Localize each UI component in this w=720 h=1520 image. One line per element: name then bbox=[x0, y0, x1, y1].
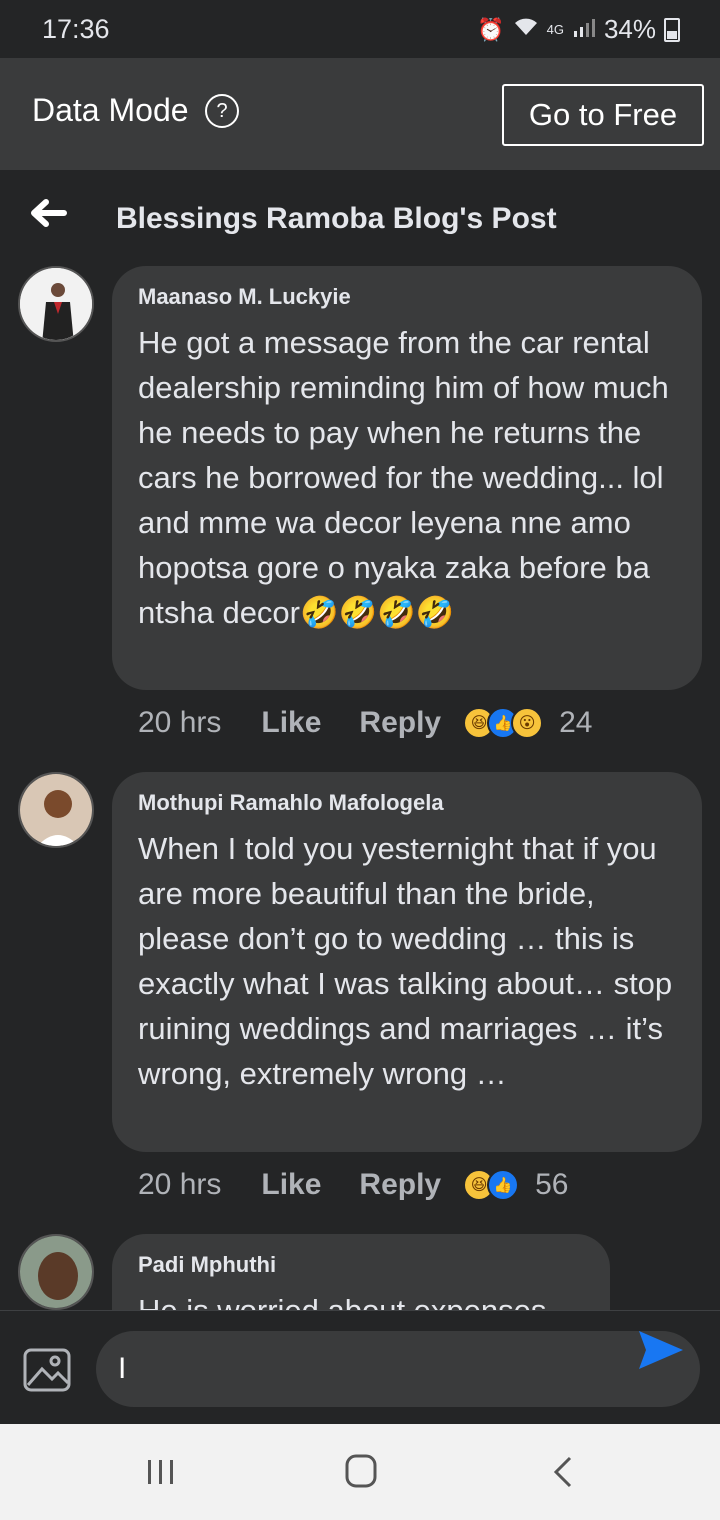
help-icon[interactable]: ? bbox=[205, 94, 239, 128]
comment-actions: 20 hrs Like Reply 😆 👍 56 bbox=[138, 1168, 569, 1202]
avatar[interactable] bbox=[18, 266, 94, 342]
reaction-count: 56 bbox=[535, 1168, 569, 1201]
comment-author[interactable]: Padi Mphuthi bbox=[138, 1252, 584, 1278]
comment-actions: 20 hrs Like Reply 😆 👍 😮 24 bbox=[138, 706, 593, 740]
avatar[interactable] bbox=[18, 772, 94, 848]
avatar[interactable] bbox=[18, 1234, 94, 1310]
comment-time: 20 hrs bbox=[138, 1168, 222, 1201]
reply-button[interactable]: Reply bbox=[359, 706, 441, 740]
comment-author[interactable]: Mothupi Ramahlo Mafologela bbox=[138, 790, 676, 816]
like-button[interactable]: Like bbox=[261, 1168, 321, 1202]
comment-bubble: Mothupi Ramahlo Mafologela When I told y… bbox=[112, 772, 702, 1152]
comment-text: When I told you yesternight that if you … bbox=[138, 831, 673, 1091]
status-time: 17:36 bbox=[42, 14, 110, 44]
back-arrow-icon[interactable] bbox=[28, 198, 68, 228]
battery-icon bbox=[664, 17, 680, 42]
data-mode-bar: Data Mode ? Go to Free bbox=[0, 58, 720, 170]
like-reaction-icon: 👍 bbox=[487, 1169, 520, 1201]
like-button[interactable]: Like bbox=[261, 706, 321, 740]
reaction-count: 24 bbox=[559, 706, 593, 739]
signal-icon bbox=[572, 17, 596, 43]
network-type-icon: 4G bbox=[546, 22, 564, 37]
data-mode-label: Data Mode bbox=[32, 92, 189, 128]
page-header: Blessings Ramoba Blog's Post bbox=[0, 170, 720, 265]
status-bar: 17:36 ⏰ 4G 34% bbox=[0, 0, 720, 58]
wow-reaction-icon: 😮 bbox=[511, 707, 544, 739]
wifi-icon bbox=[513, 17, 539, 43]
send-icon[interactable] bbox=[636, 1327, 686, 1373]
comment-input-value: I bbox=[118, 1352, 127, 1385]
comment-composer: I bbox=[0, 1310, 720, 1425]
comment-time: 20 hrs bbox=[138, 706, 222, 739]
comment-bubble: Maanaso M. Luckyie He got a message from… bbox=[112, 266, 702, 690]
back-icon[interactable] bbox=[548, 1450, 578, 1494]
status-icons: ⏰ 4G 34% bbox=[477, 14, 680, 45]
comment-text: He got a message from the car rental dea… bbox=[138, 325, 669, 630]
comment-input[interactable]: I bbox=[96, 1331, 700, 1407]
reactions-summary[interactable]: 😆 👍 😮 bbox=[463, 707, 544, 739]
page-title: Blessings Ramoba Blog's Post bbox=[116, 202, 557, 235]
alarm-icon: ⏰ bbox=[477, 16, 505, 42]
home-icon[interactable] bbox=[342, 1450, 380, 1494]
reply-button[interactable]: Reply bbox=[359, 1168, 441, 1202]
reactions-summary[interactable]: 😆 👍 bbox=[463, 1169, 520, 1201]
comment-author[interactable]: Maanaso M. Luckyie bbox=[138, 284, 676, 310]
battery-percent: 34% bbox=[603, 14, 656, 44]
recent-apps-icon[interactable] bbox=[144, 1450, 178, 1494]
system-nav-bar bbox=[0, 1424, 720, 1520]
photo-icon[interactable] bbox=[22, 1347, 72, 1393]
go-to-free-button[interactable]: Go to Free bbox=[502, 84, 704, 146]
